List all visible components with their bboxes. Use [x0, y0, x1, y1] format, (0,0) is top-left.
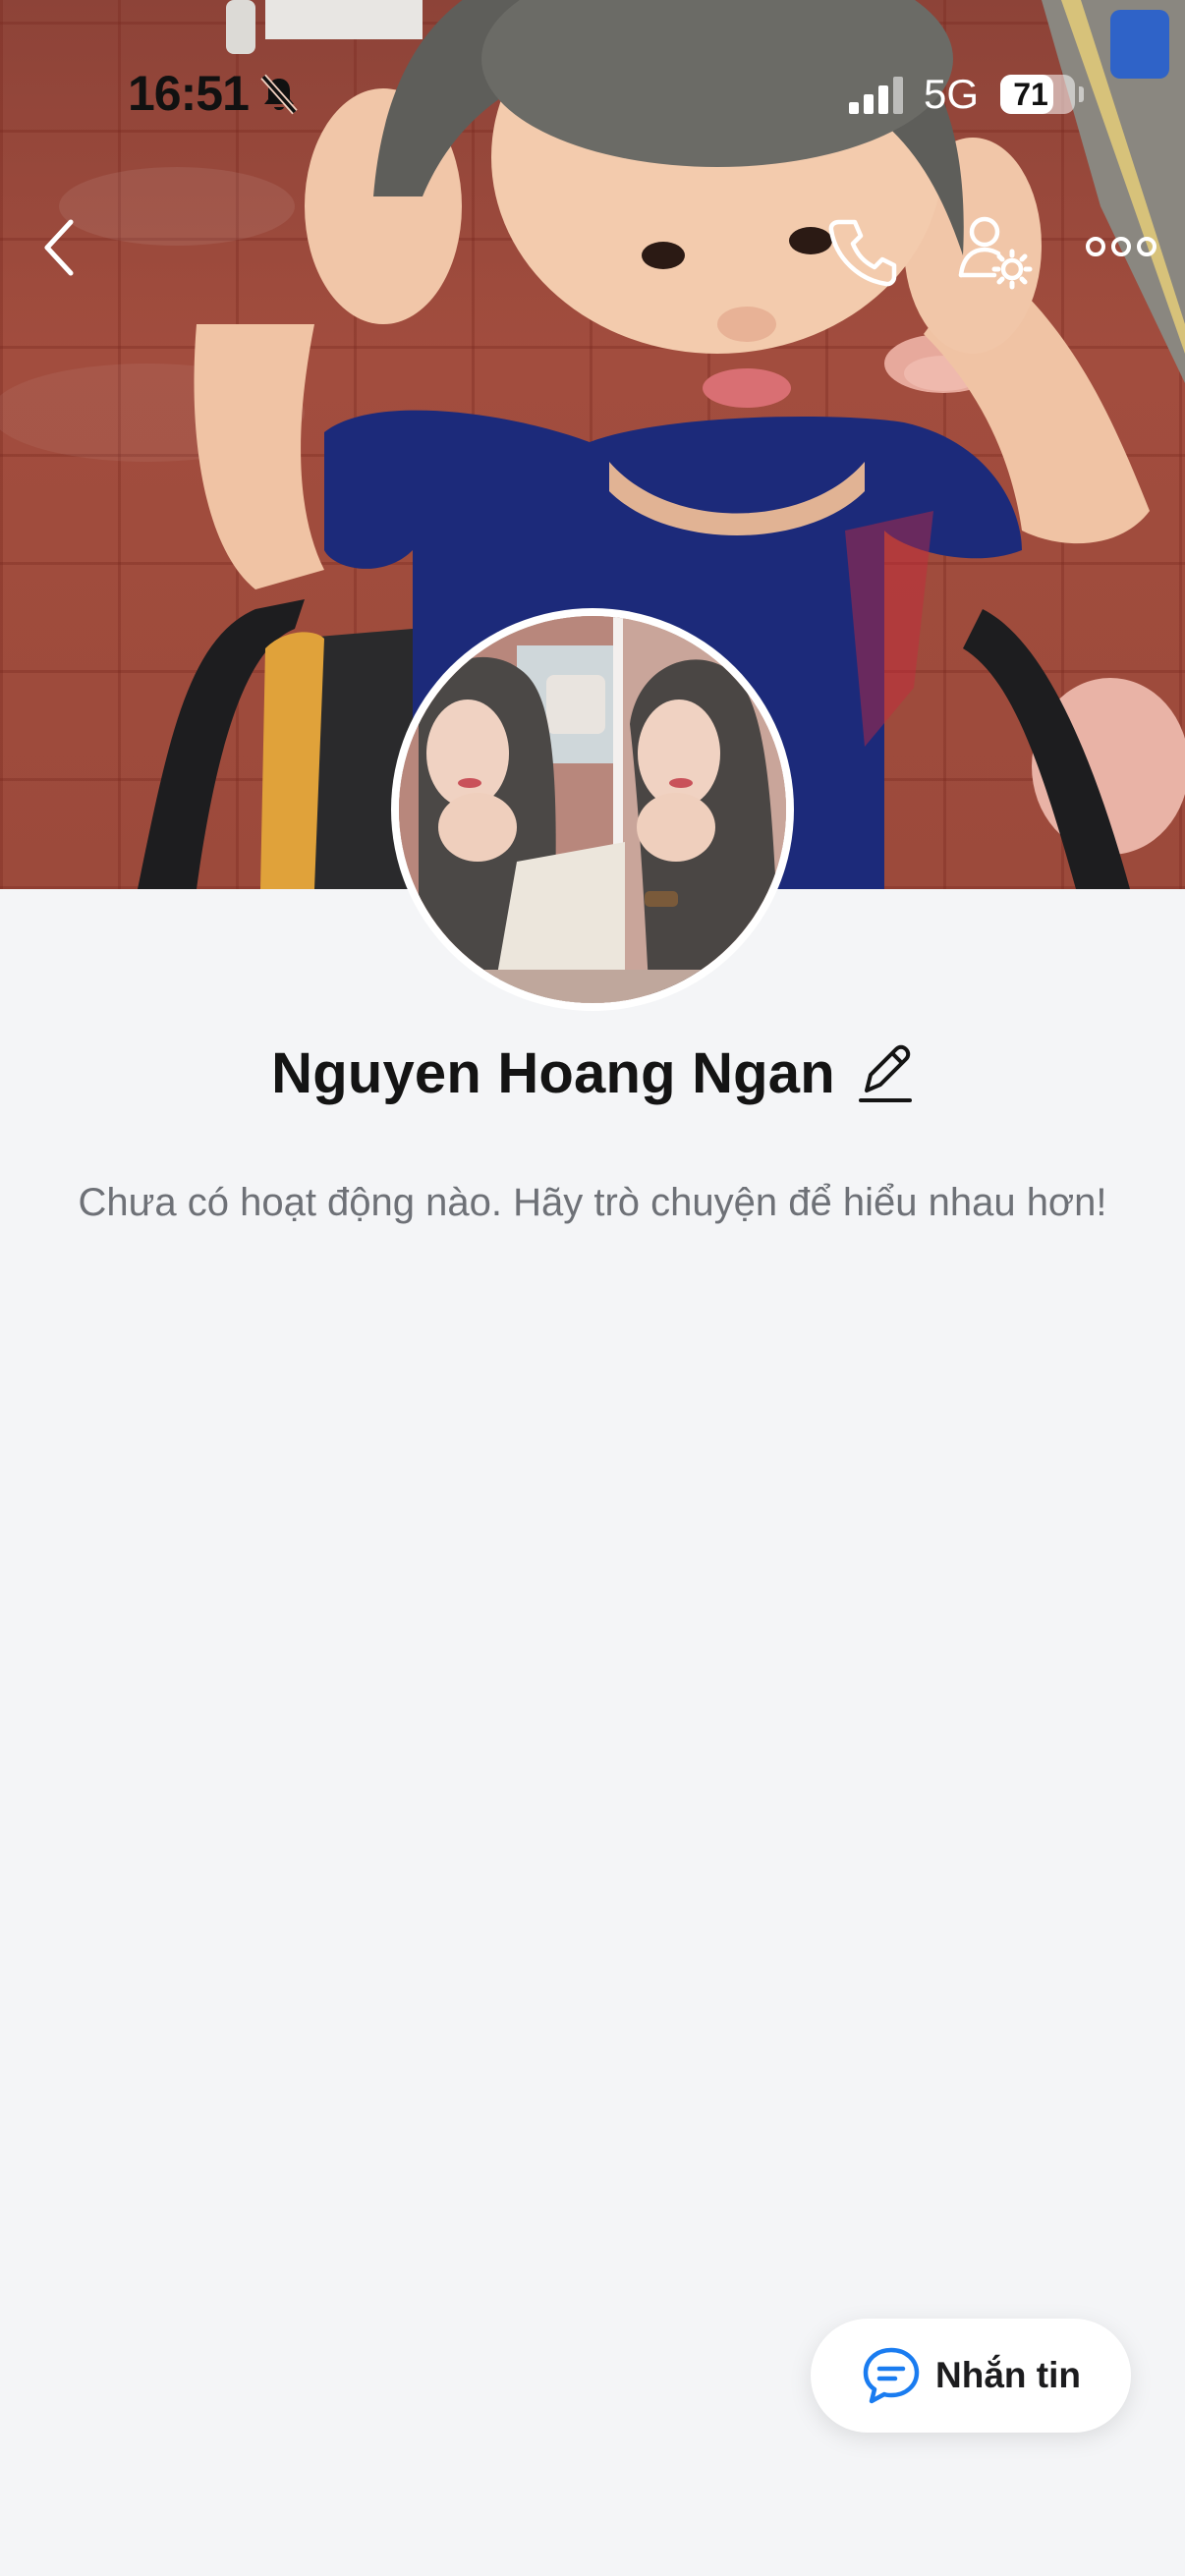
display-name: Nguyen Hoang Ngan: [271, 1040, 835, 1105]
back-button[interactable]: [31, 210, 90, 285]
status-bar: 16:51 5G 71: [0, 0, 1185, 121]
pencil-icon: [858, 1044, 912, 1102]
network-type: 5G: [924, 71, 980, 117]
edit-name-button[interactable]: [857, 1041, 914, 1104]
bell-off-icon: [257, 73, 301, 121]
signal-strength-icon: [849, 77, 908, 119]
avatar-image: [399, 616, 786, 1003]
user-gear-icon: [958, 216, 1033, 290]
battery-tip: [1079, 86, 1084, 102]
name-row: Nguyen Hoang Ngan: [0, 1034, 1185, 1112]
status-time: 16:51: [128, 66, 250, 121]
chevron-left-icon: [44, 219, 74, 276]
profile-settings-button[interactable]: [955, 212, 1034, 291]
more-button[interactable]: [1085, 230, 1157, 263]
battery-level: 71: [1013, 77, 1048, 112]
empty-activity-text: Chưa có hoạt động nào. Hãy trò chuyện để…: [78, 1181, 1107, 1224]
profile-page: 16:51 5G 71 Nguyen Hoang Ngan Chưa có ho…: [0, 0, 1185, 2576]
avatar[interactable]: [391, 608, 794, 1011]
battery-icon: 71: [1000, 75, 1075, 114]
send-message-label: Nhắn tin: [935, 2355, 1081, 2395]
call-button[interactable]: [825, 214, 900, 289]
chat-bubble-icon: [863, 2347, 920, 2404]
phone-icon: [828, 219, 897, 287]
send-message-button[interactable]: Nhắn tin: [811, 2319, 1131, 2433]
more-dots-icon: [1086, 237, 1157, 256]
